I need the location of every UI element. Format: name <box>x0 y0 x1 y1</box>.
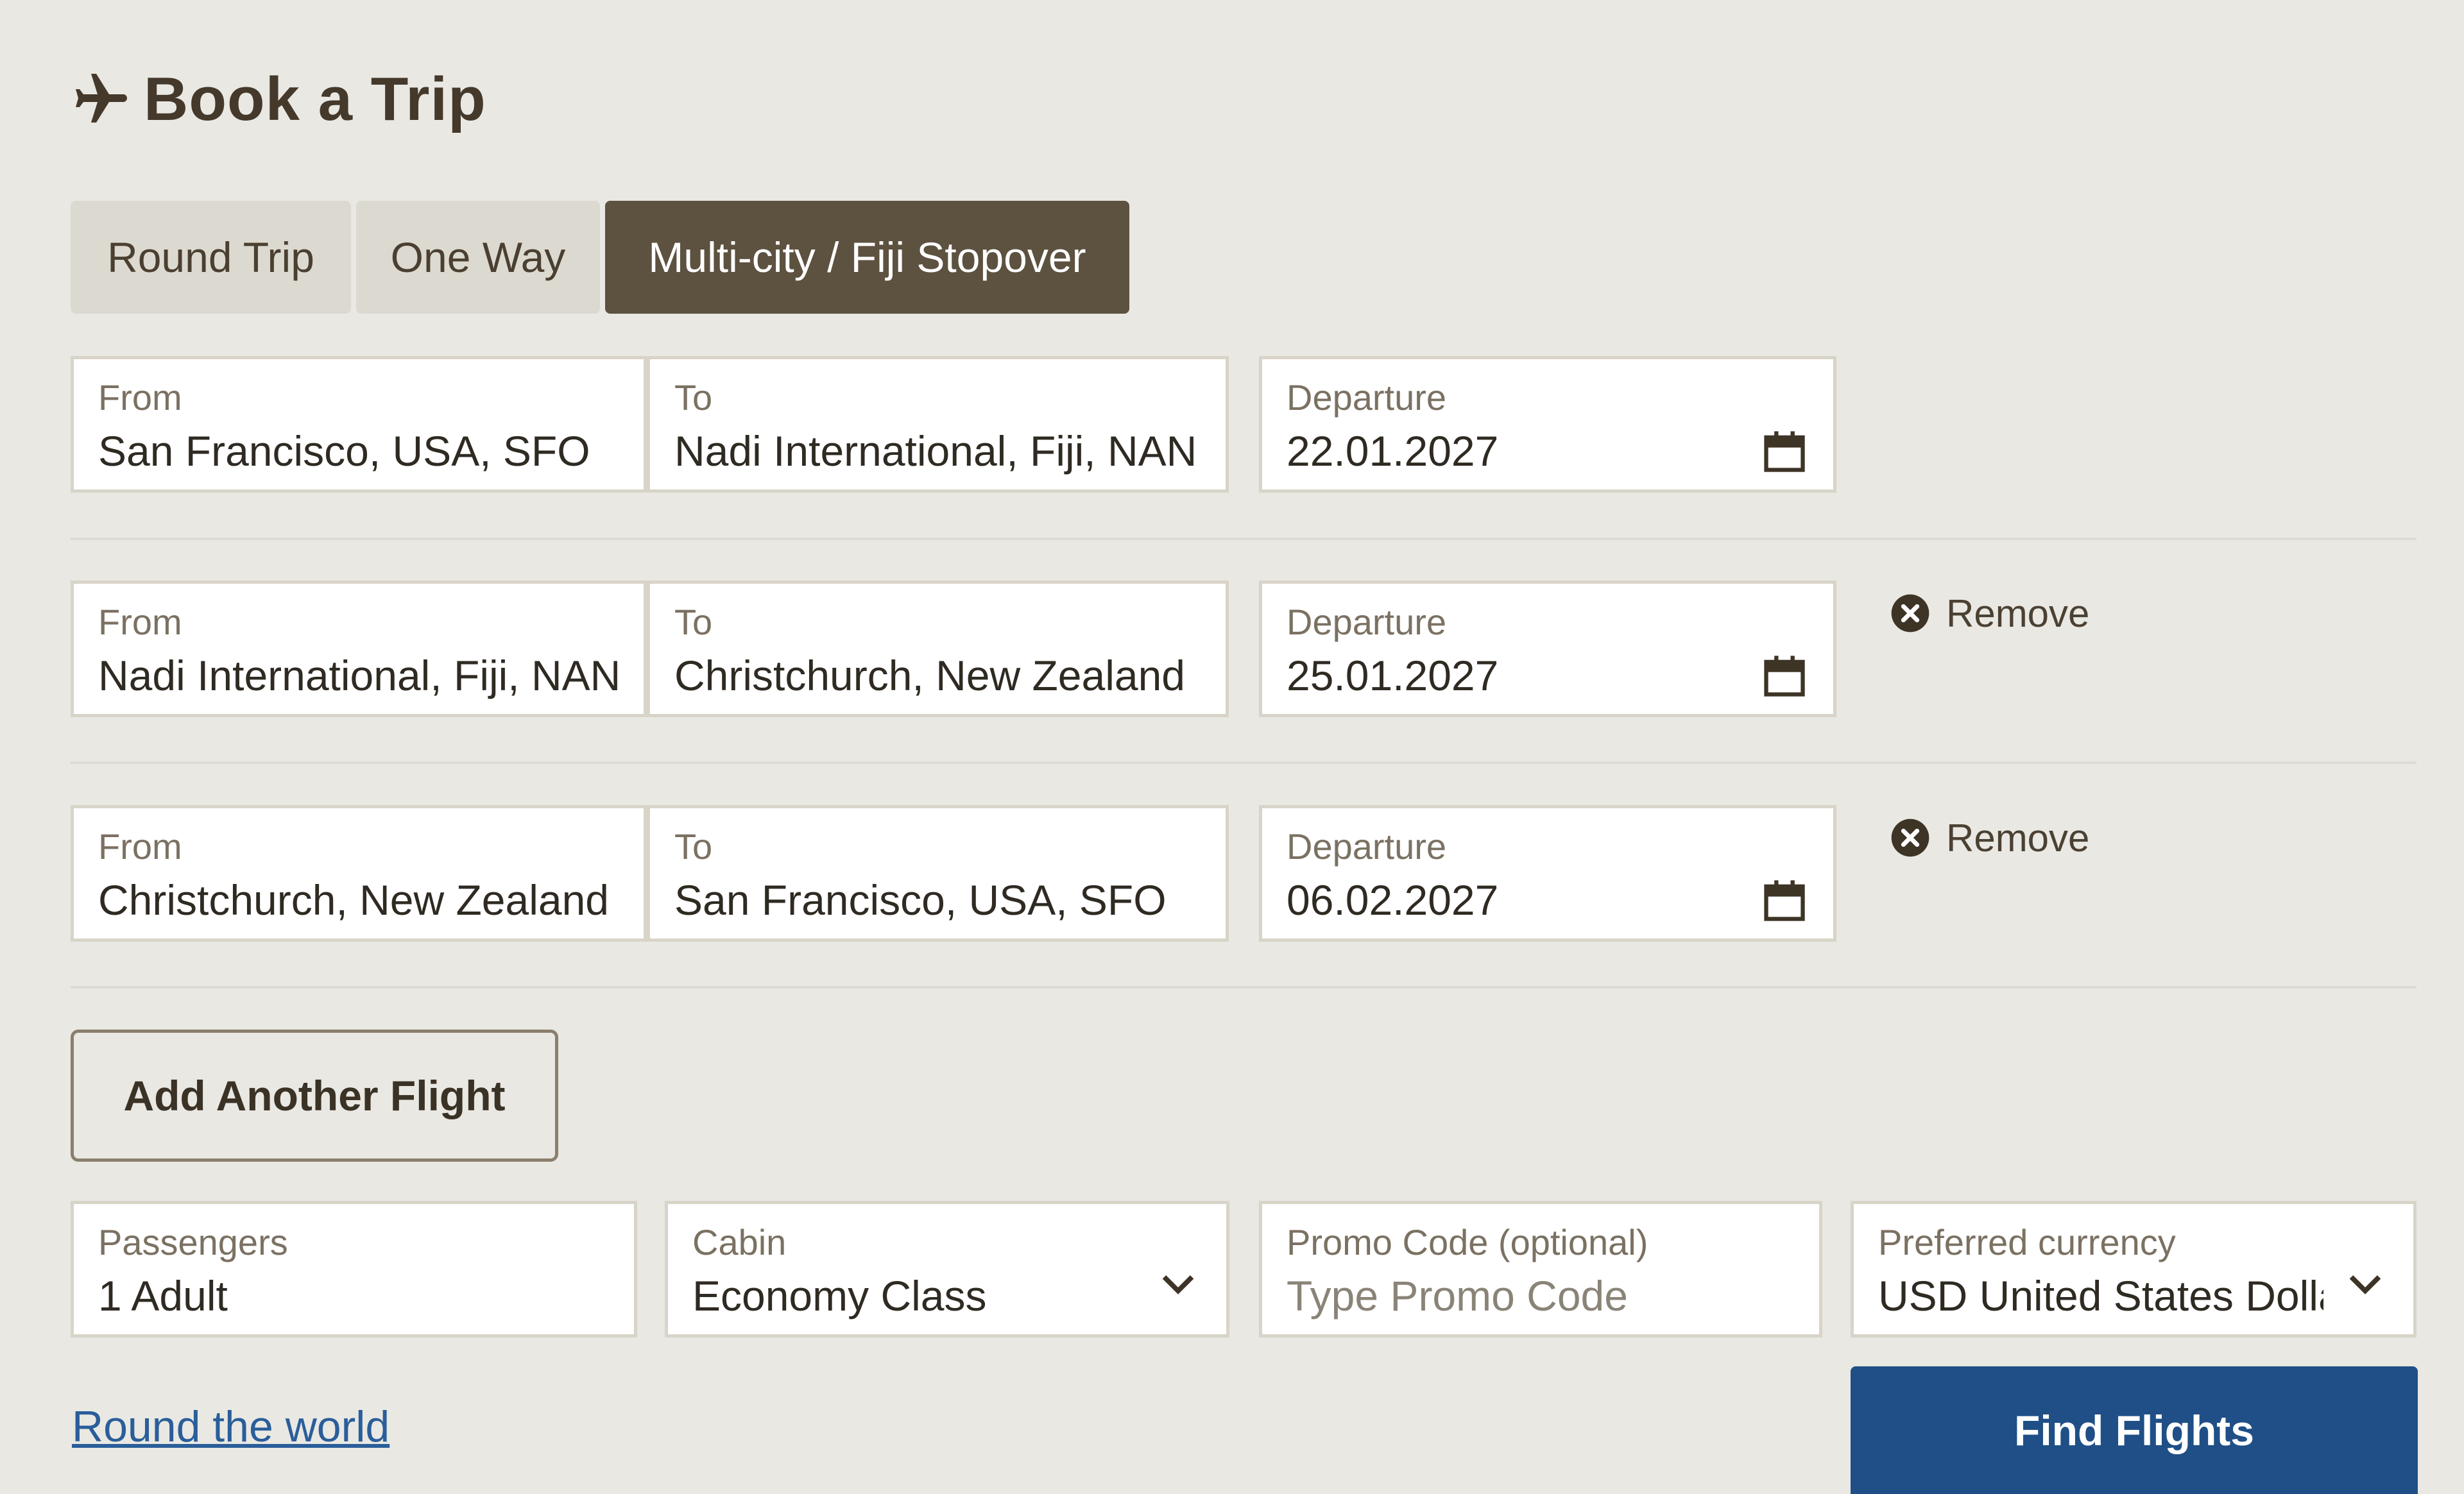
field-value: Nadi International, Fiji, NAN <box>98 652 619 699</box>
plane-icon <box>76 74 127 123</box>
field-value: Christchurch, New Zealand <box>674 652 1185 699</box>
remove-flight-2-button[interactable]: Remove <box>1890 588 2089 639</box>
field-label: To <box>674 377 713 418</box>
page-header: Book a Trip <box>71 64 486 135</box>
field-label: To <box>674 826 713 867</box>
chevron-down-icon <box>1162 1275 1194 1295</box>
field-value: 06.02.2027 <box>1287 876 1499 924</box>
remove-label: Remove <box>1946 816 2090 860</box>
field-value: USD United States Dollar <box>1878 1272 2323 1320</box>
row-divider <box>71 761 2417 764</box>
row-divider <box>71 538 2417 540</box>
currency-select[interactable]: Preferred currency USD United States Dol… <box>1851 1201 2417 1337</box>
tab-one-way[interactable]: One Way <box>356 201 600 314</box>
field-value: 22.01.2027 <box>1287 427 1499 475</box>
field-value: 25.01.2027 <box>1287 652 1499 699</box>
field-value: 1 Adult <box>98 1272 228 1320</box>
flight-3-from-field[interactable]: From Christchurch, New Zealand <box>71 805 647 942</box>
field-label: To <box>674 602 713 642</box>
flight-1-to-field[interactable]: To Nadi International, Fiji, NAN <box>647 356 1229 493</box>
field-label: Preferred currency <box>1878 1222 2176 1262</box>
field-label: From <box>98 377 182 418</box>
flight-2-to-field[interactable]: To Christchurch, New Zealand <box>647 581 1229 717</box>
field-value: Christchurch, New Zealand <box>98 876 609 924</box>
field-value: Nadi International, Fiji, NAN <box>674 427 1197 475</box>
add-another-flight-button[interactable]: Add Another Flight <box>71 1030 558 1162</box>
find-flights-button[interactable]: Find Flights <box>1851 1366 2418 1494</box>
field-value: San Francisco, USA, SFO <box>98 427 590 475</box>
calendar-icon[interactable] <box>1760 876 1809 925</box>
close-circle-icon <box>1891 594 1929 632</box>
calendar-icon[interactable] <box>1760 652 1809 700</box>
trip-type-tabs: Round Trip One Way Multi-city / Fiji Sto… <box>71 201 1129 314</box>
flight-3-to-field[interactable]: To San Francisco, USA, SFO <box>647 805 1229 942</box>
field-label: Departure <box>1287 602 1447 642</box>
close-circle-icon <box>1891 819 1929 857</box>
flight-1-departure-field[interactable]: Departure 22.01.2027 <box>1259 356 1836 493</box>
row-divider <box>71 986 2417 989</box>
promo-placeholder: Type Promo Code <box>1287 1272 1628 1320</box>
field-value: Economy Class <box>692 1272 987 1320</box>
field-label: Departure <box>1287 826 1447 867</box>
cabin-select[interactable]: Cabin Economy Class <box>665 1201 1229 1337</box>
calendar-icon[interactable] <box>1760 427 1809 476</box>
flight-3-departure-field[interactable]: Departure 06.02.2027 <box>1259 805 1836 942</box>
field-label: From <box>98 602 182 642</box>
field-label: Passengers <box>98 1222 288 1262</box>
tab-round-trip[interactable]: Round Trip <box>71 201 351 314</box>
remove-label: Remove <box>1946 591 2090 635</box>
flight-2-from-field[interactable]: From Nadi International, Fiji, NAN <box>71 581 647 717</box>
remove-flight-3-button[interactable]: Remove <box>1890 812 2089 863</box>
field-label: From <box>98 826 182 867</box>
page-title: Book a Trip <box>144 65 486 133</box>
flight-2-departure-field[interactable]: Departure 25.01.2027 <box>1259 581 1836 717</box>
promo-code-input[interactable]: Promo Code (optional) Type Promo Code <box>1259 1201 1822 1337</box>
field-label: Cabin <box>692 1222 787 1262</box>
passengers-field[interactable]: Passengers 1 Adult <box>71 1201 637 1337</box>
round-the-world-link[interactable]: Round the world <box>72 1402 389 1452</box>
chevron-down-icon <box>2349 1275 2381 1295</box>
tab-multi-city[interactable]: Multi-city / Fiji Stopover <box>605 201 1129 314</box>
field-label: Promo Code (optional) <box>1287 1222 1648 1262</box>
flight-1-from-field[interactable]: From San Francisco, USA, SFO <box>71 356 647 493</box>
field-value: San Francisco, USA, SFO <box>674 876 1167 924</box>
field-label: Departure <box>1287 377 1447 418</box>
